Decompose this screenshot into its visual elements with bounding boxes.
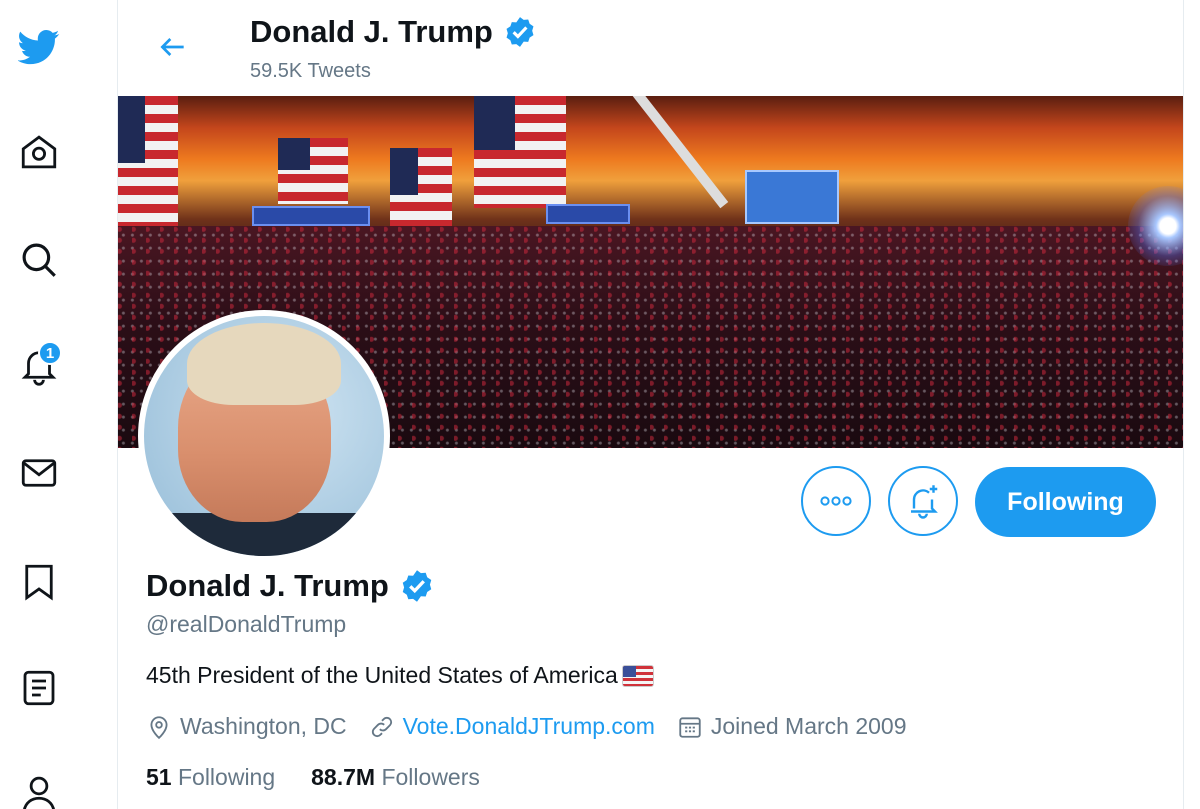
link-icon bbox=[371, 716, 392, 737]
crane-graphic bbox=[628, 96, 729, 209]
bio-text: 45th President of the United States of A… bbox=[146, 662, 618, 688]
rally-sign bbox=[252, 206, 370, 226]
bookmark-icon bbox=[25, 564, 53, 601]
followers-label: Followers bbox=[381, 764, 480, 790]
twitter-logo[interactable] bbox=[14, 22, 64, 72]
header-title: Donald J. Trump bbox=[250, 14, 537, 50]
calendar-icon bbox=[679, 716, 701, 738]
nav-home[interactable] bbox=[14, 127, 64, 177]
location-pin-icon bbox=[150, 715, 168, 739]
header-name: Donald J. Trump bbox=[250, 14, 493, 49]
following-count: 51 bbox=[146, 764, 172, 790]
profile-name: Donald J. Trump bbox=[146, 568, 435, 604]
nav-explore[interactable] bbox=[14, 235, 64, 285]
back-button[interactable] bbox=[152, 26, 194, 68]
website: Vote.DonaldJTrump.com bbox=[369, 713, 655, 740]
nav-messages[interactable] bbox=[14, 448, 64, 498]
nav-lists[interactable] bbox=[14, 663, 64, 713]
followers-count: 88.7M bbox=[311, 764, 376, 790]
list-icon bbox=[23, 670, 55, 706]
home-icon bbox=[21, 135, 57, 169]
following-label: Following bbox=[177, 764, 276, 790]
avatar[interactable] bbox=[138, 310, 390, 562]
profile-bio: 45th President of the United States of A… bbox=[146, 662, 654, 689]
bell-plus-icon bbox=[911, 485, 938, 519]
more-icon bbox=[820, 496, 852, 506]
column-divider-right bbox=[1183, 0, 1184, 809]
flag-graphic bbox=[474, 96, 566, 208]
more-button[interactable] bbox=[801, 466, 871, 536]
mail-icon bbox=[21, 459, 57, 487]
nav-notifications[interactable]: 1 bbox=[14, 340, 64, 390]
tweet-count: 59.5K Tweets bbox=[250, 60, 371, 82]
notify-button[interactable] bbox=[888, 466, 958, 536]
twitter-bird-icon bbox=[18, 30, 60, 65]
website-link[interactable]: Vote.DonaldJTrump.com bbox=[403, 713, 655, 740]
search-icon bbox=[22, 243, 56, 277]
notification-badge: 1 bbox=[38, 341, 62, 365]
location-text: Washington, DC bbox=[180, 713, 347, 739]
twitter-profile-page: 1 Donald J. Trump 59.5K Tweets Following… bbox=[0, 0, 1200, 809]
rally-screen bbox=[745, 170, 839, 224]
following-count-link[interactable]: 51 Following bbox=[146, 764, 275, 791]
profile-meta: Washington, DC Vote.DonaldJTrump.com Joi… bbox=[146, 713, 929, 740]
avatar-photo bbox=[144, 316, 384, 556]
profile-display-name: Donald J. Trump bbox=[146, 568, 389, 603]
following-button[interactable]: Following bbox=[975, 467, 1156, 537]
nav-bookmarks[interactable] bbox=[14, 557, 64, 607]
joined-text: Joined March 2009 bbox=[710, 713, 907, 739]
rally-sign bbox=[546, 204, 630, 224]
followers-count-link[interactable]: 88.7M Followers bbox=[311, 764, 480, 791]
back-arrow-icon bbox=[160, 38, 184, 56]
verified-badge-icon bbox=[402, 570, 432, 602]
nav-profile[interactable] bbox=[14, 768, 64, 809]
join-date: Joined March 2009 bbox=[677, 713, 907, 740]
profile-icon bbox=[23, 776, 55, 809]
us-flag-icon bbox=[621, 664, 654, 687]
location: Washington, DC bbox=[146, 713, 347, 740]
flag-graphic bbox=[278, 138, 348, 204]
follow-counts: 51 Following 88.7M Followers bbox=[146, 764, 480, 791]
flag-graphic bbox=[118, 96, 178, 236]
profile-header: Donald J. Trump 59.5K Tweets bbox=[118, 0, 1183, 96]
verified-badge-icon bbox=[506, 17, 534, 47]
profile-handle: @realDonaldTrump bbox=[146, 611, 347, 637]
sidebar-nav: 1 bbox=[0, 0, 118, 809]
